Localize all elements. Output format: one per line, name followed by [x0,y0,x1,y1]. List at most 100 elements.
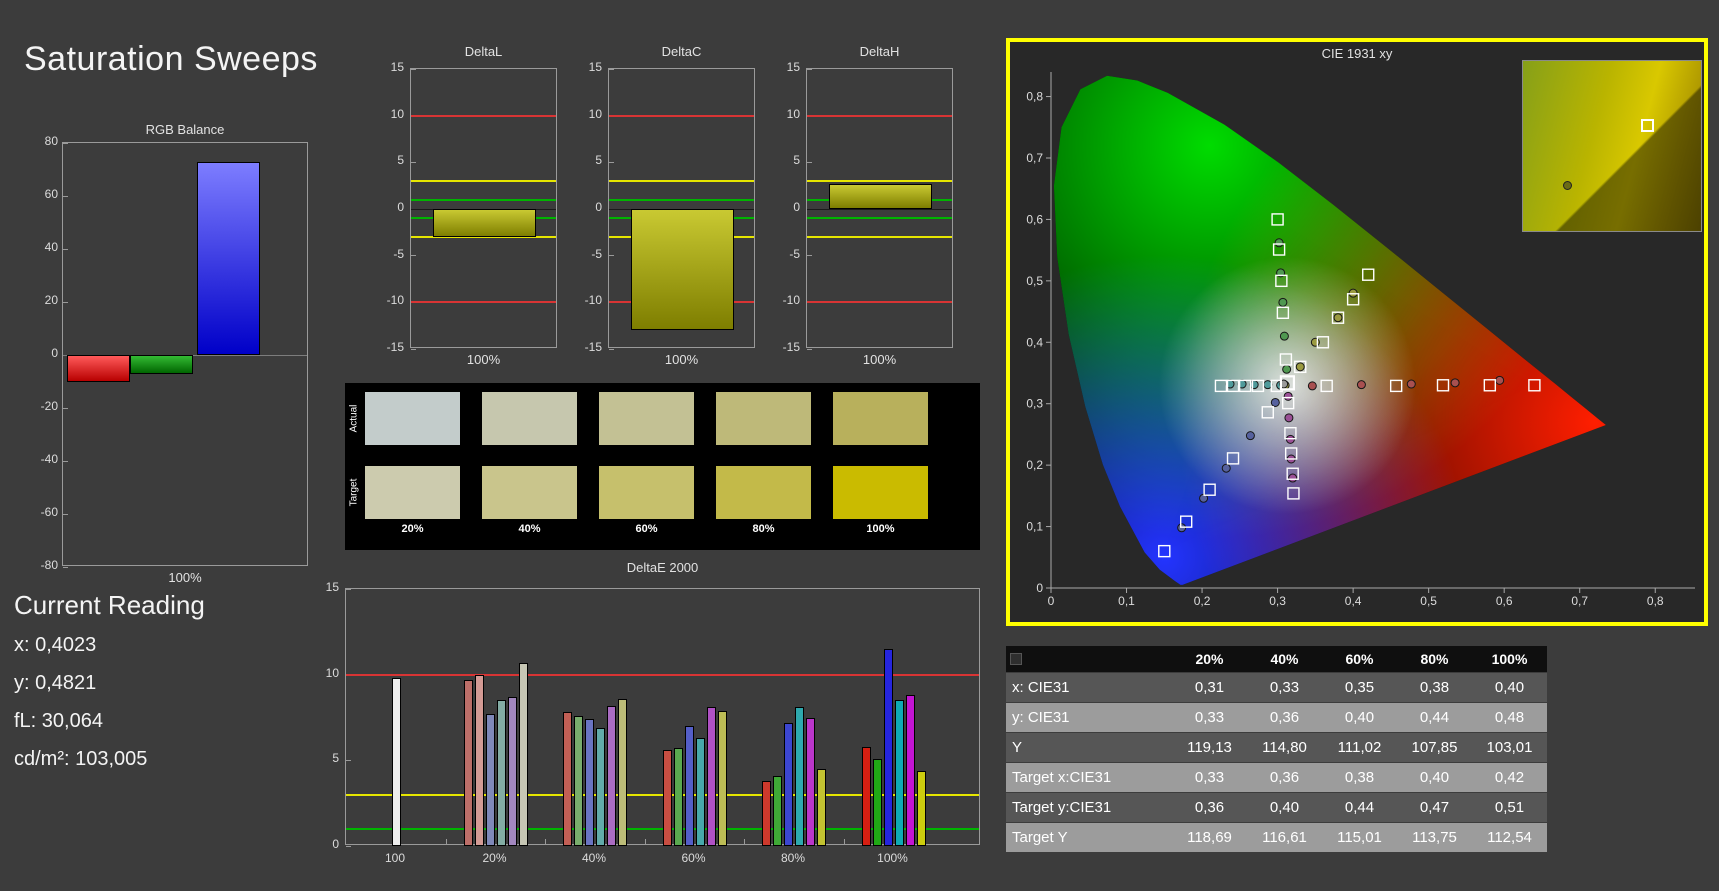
table-cell: 0,40 [1247,793,1322,822]
y-tick-label: 15 [390,60,404,74]
table-row-label: Target Y [1006,823,1172,852]
y-tick-label: 10 [325,665,339,680]
rgb-balance-x-label: 100% [168,570,202,585]
swatch-actual-80% [716,392,811,445]
table-col-header: 40% [1247,646,1322,672]
y-tick-mark [63,513,68,515]
cie-y-tick-label: 0,2 [1026,458,1043,472]
cie-measured-dot-magenta [1283,391,1293,401]
rgb-balance-chart[interactable]: RGB Balance 100% 80 60 40 20 0 -20 -40 -60 -80 [20,118,330,598]
table-cell: 0,38 [1397,673,1472,702]
swatch-actual-40% [482,392,577,445]
cie-1931-panel[interactable]: CIE 1931 xy 0 0,1 0,2 0,3 0,4 0,5 0,6 0,7 0,8 0 0,… [1006,38,1708,626]
x-tick-label: 80% [780,851,806,865]
table-cell: 0,33 [1172,763,1247,792]
swatch-target-100% [833,466,928,519]
cie-measured-dot-yellow [1310,337,1320,347]
table-row-label: x: CIE31 [1006,673,1172,702]
table-cell: 111,02 [1322,733,1397,762]
limit-line-3 [411,180,556,182]
x-tick-label: 60% [681,851,706,865]
rgb-bar-red [67,355,130,382]
y-tick-label: 5 [595,153,602,168]
y-tick-label: -10 [386,293,404,308]
deltae-bar [485,714,495,846]
deltae-bar [391,678,401,846]
limit-line-3 [807,180,952,182]
deltae-2000-chart[interactable]: DeltaE 2000 15 10 5 0 100 20% 40% 60% 80% 100% [315,560,1005,870]
y-tick-label: 80 [44,134,58,148]
table-cell: 118,69 [1172,823,1247,852]
deltae-bar [618,698,627,846]
cie-x-tick-label: 0,2 [1194,594,1211,608]
swatch-panel[interactable]: Actual Target 20% 40% 60% 80% 100% [345,383,980,550]
deltae-bar [474,674,484,846]
y-tick-label: -5 [591,246,602,261]
limit-line-1 [609,198,754,201]
deltae-bar [894,700,904,846]
y-tick-label: 5 [332,751,339,766]
limit-line-1 [411,198,556,201]
deltae-bar [905,695,915,846]
y-tick-label: -20 [40,399,58,413]
swatch-actual-100% [833,392,928,445]
y-tick-mark [411,255,416,257]
cie-measured-dot-blue [1245,431,1255,441]
y-tick-label: 20 [44,293,58,307]
table-cell: 0,33 [1172,703,1247,732]
table-cell: 107,85 [1397,733,1472,762]
y-tick-label: 5 [793,153,800,168]
cie-measured-dot-yellow [1333,313,1343,323]
delta-chart-deltah[interactable]: DeltaH 15 10 5 0 -5 -10 -15 100% [772,44,962,374]
cie-y-tick-label: 0,4 [1026,335,1043,349]
deltae-bar [662,750,672,846]
limit-line-10 [411,114,556,117]
deltae-bar [518,662,528,846]
y-tick-label: 10 [786,106,800,121]
cie-x-tick-label: 0,5 [1420,594,1437,608]
deltae-bar [795,707,804,846]
y-tick-mark [609,255,614,257]
y-tick-label: 60 [44,187,58,201]
cie-y-tick-label: 0,7 [1026,151,1043,165]
deltae-bar [717,710,727,846]
deltae-plot [345,588,980,847]
cie-y-tick-label: 0,6 [1026,212,1043,226]
x-label: 100% [862,352,897,367]
x-label: 100% [664,352,699,367]
cie-measured-dot-green [1278,297,1288,307]
cie-x-tick-label: 0,4 [1345,594,1362,608]
deltae-bar [773,775,782,846]
y-tick-mark [346,588,351,590]
table-cell: 119,13 [1172,733,1247,762]
page-title: Saturation Sweeps [24,40,318,78]
y-tick-label: 15 [325,580,339,594]
y-tick-label: -15 [782,340,800,354]
cie-x-tick-label: 0,3 [1269,594,1286,608]
swatch-row-label-text: Target [348,478,360,507]
delta-plot [410,68,557,350]
deltae-bar [695,738,705,846]
swatch-col-label: 40% [518,523,541,535]
table-cell: 0,40 [1397,763,1472,792]
current-reading-heading: Current Reading [14,590,205,620]
table-cell: 0,40 [1322,703,1397,732]
table-corner-icon [1010,653,1022,665]
delta-chart-deltac[interactable]: DeltaC 15 10 5 0 -5 -10 -15 100% [574,44,764,374]
y-tick-label: -60 [40,505,58,519]
limit-line--10 [807,301,952,304]
x-tick-mark [843,839,845,844]
cie-measured-dot-cyan [1249,380,1259,390]
y-tick-mark [346,845,351,847]
table-col-header: 80% [1397,646,1472,672]
chart-title: DeltaL [464,44,503,59]
current-reading-y: y: 0,4821 [14,672,97,694]
y-tick-label: -10 [782,293,800,308]
y-tick-label: 0 [595,200,602,214]
table-cell: 0,36 [1172,793,1247,822]
delta-chart-deltal[interactable]: DeltaL 15 10 5 0 -5 -10 -15 100% [376,44,566,374]
table-cell: 0,35 [1322,673,1397,702]
rgb-balance-title: RGB Balance [145,122,225,137]
rgb-bar-blue [197,161,260,355]
table-cell: 0,31 [1172,673,1247,702]
